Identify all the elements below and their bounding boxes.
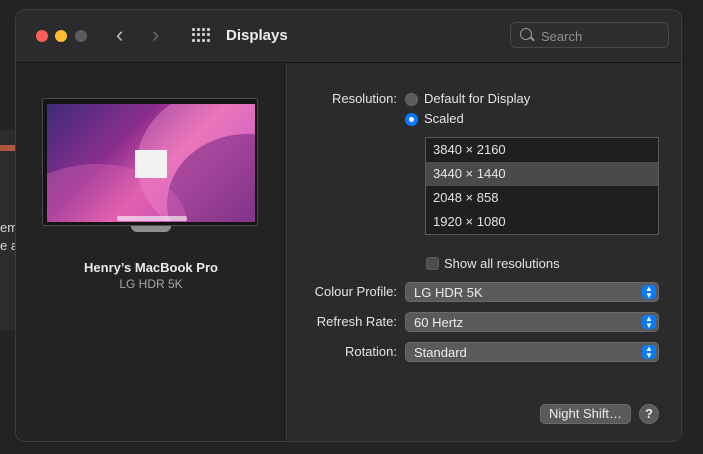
chevron-updown-icon: ▲ ▼ <box>642 315 656 330</box>
resolution-list: 3840 × 2160 3440 × 1440 2048 × 858 1920 … <box>425 137 659 235</box>
colour-profile-label: Colour Profile: <box>314 284 397 299</box>
night-shift-button[interactable]: Night Shift… <box>540 404 631 424</box>
grid-icon[interactable] <box>192 28 210 42</box>
display-thumbnail[interactable] <box>42 98 258 232</box>
search-input[interactable] <box>539 26 663 46</box>
search-field[interactable] <box>510 22 669 48</box>
chevron-updown-icon: ▲ ▼ <box>642 285 656 300</box>
minimize-button[interactable] <box>55 30 67 42</box>
close-button[interactable] <box>36 30 48 42</box>
help-button[interactable]: ? <box>639 404 659 424</box>
radio-default-for-display[interactable] <box>405 93 418 106</box>
display-sidebar: Henry’s MacBook Pro LG HDR 5K <box>16 63 287 441</box>
chevron-left-icon[interactable]: ‹ <box>116 24 123 46</box>
colour-profile-value: LG HDR 5K <box>414 285 483 300</box>
chevron-updown-icon: ▲ ▼ <box>642 345 656 360</box>
display-name: Henry’s MacBook Pro <box>84 260 218 275</box>
monitor-stand <box>131 226 171 232</box>
chevron-right-icon[interactable]: › <box>152 24 159 46</box>
show-all-resolutions-label: Show all resolutions <box>444 256 560 271</box>
colour-profile-select[interactable]: LG HDR 5K ▲ ▼ <box>405 282 659 302</box>
refresh-rate-label: Refresh Rate: <box>316 314 397 329</box>
display-model: LG HDR 5K <box>119 277 183 291</box>
rotation-label: Rotation: <box>344 344 397 359</box>
refresh-rate-select[interactable]: 60 Hertz ▲ ▼ <box>405 312 659 332</box>
rotation-select[interactable]: Standard ▲ ▼ <box>405 342 659 362</box>
wallpaper-window-preview <box>135 150 167 178</box>
title-bar: ‹ › Displays <box>16 10 681 63</box>
radio-label-scaled: Scaled <box>424 111 464 126</box>
zoom-button[interactable] <box>75 30 87 42</box>
displays-window: ‹ › Displays Henry’s MacBook Pro LG HDR <box>15 9 682 442</box>
monitor-frame <box>42 98 258 226</box>
wallpaper-dock-preview <box>117 216 187 221</box>
display-settings: Resolution: Default for Display Scaled 3… <box>287 63 681 441</box>
rotation-value: Standard <box>414 345 467 360</box>
refresh-rate-value: 60 Hertz <box>414 315 464 330</box>
desktop-wallpaper <box>47 104 255 222</box>
resolution-option[interactable]: 1920 × 1080 <box>426 210 658 234</box>
radio-scaled[interactable] <box>405 113 418 126</box>
window-title: Displays <box>226 27 288 44</box>
resolution-option[interactable]: 3840 × 2160 <box>426 138 658 162</box>
radio-label-default: Default for Display <box>424 91 531 106</box>
show-all-resolutions-checkbox[interactable] <box>426 257 439 270</box>
resolution-option[interactable]: 2048 × 858 <box>426 186 658 210</box>
resolution-option-selected[interactable]: 3440 × 1440 <box>426 162 658 186</box>
resolution-label: Resolution: <box>331 91 397 106</box>
search-icon <box>520 28 532 40</box>
background-accent-bar <box>0 145 16 151</box>
